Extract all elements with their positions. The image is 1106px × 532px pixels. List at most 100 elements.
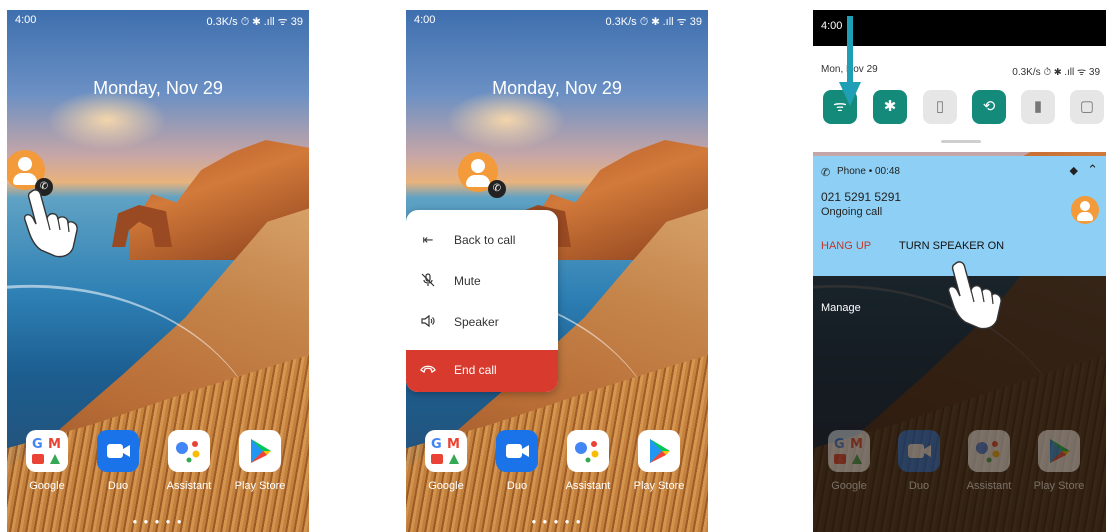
battery-saver-tile[interactable]: ▮ [1021, 90, 1055, 124]
app-google[interactable]: GM Google [416, 430, 476, 492]
app-play-store[interactable]: Play Store [230, 430, 290, 492]
menu-back-to-call[interactable]: ⇤ Back to call [406, 220, 558, 260]
svg-text:G: G [431, 437, 442, 452]
google-folder-icon: GM [828, 430, 870, 472]
menu-label: Mute [454, 274, 481, 288]
drag-handle[interactable] [941, 140, 981, 143]
app-label: Google [428, 480, 464, 492]
svg-text:G: G [834, 437, 845, 452]
app-play-store[interactable]: Play Store [629, 430, 689, 492]
cast-icon: ▢ [1079, 98, 1095, 115]
phone-icon: ✆ [821, 167, 831, 179]
app-dock: GM Google Duo Assistant Play Store [7, 430, 309, 510]
priority-icon: ◆ [1069, 165, 1078, 177]
svg-text:M: M [850, 437, 863, 452]
flashlight-tile[interactable]: ▯ [923, 90, 957, 124]
svg-text:G: G [32, 437, 43, 452]
assistant-icon [567, 430, 609, 472]
app-label: Google [29, 480, 65, 492]
app-label: Assistant [166, 480, 212, 492]
mute-icon [420, 273, 436, 290]
app-label: Assistant [565, 480, 611, 492]
status-time: 4:00 [15, 14, 37, 26]
app-label: Duo [908, 480, 930, 492]
speaker-icon [420, 314, 436, 331]
play-store-icon [638, 430, 680, 472]
menu-mute[interactable]: Mute [406, 261, 558, 301]
flashlight-icon: ▯ [935, 98, 945, 115]
assistant-icon [168, 430, 210, 472]
lock-date: Monday, Nov 29 [492, 78, 622, 98]
call-state: Ongoing call [821, 206, 883, 218]
app-dock: GM Google Duo Assistant Play Store [406, 430, 708, 510]
status-icons: 0.3K/s ⏱ ✱ .ıll ᯤ 39 [605, 16, 702, 28]
call-bubble[interactable]: ✆ [7, 150, 53, 196]
duo-icon [898, 430, 940, 472]
menu-label: Speaker [454, 315, 499, 329]
back-to-call-icon: ⇤ [422, 232, 434, 247]
app-duo: Duo [889, 430, 949, 492]
app-assistant: Assistant [959, 430, 1019, 492]
app-duo[interactable]: Duo [487, 430, 547, 492]
rotate-icon: ⟲ [982, 98, 996, 115]
app-label: Duo [506, 480, 528, 492]
app-label: Play Store [633, 480, 685, 492]
status-icons: 0.3K/s ⏱ ✱ .ıll ᯤ 39 [206, 16, 303, 28]
hang-up-button[interactable]: HANG UP [821, 240, 871, 252]
caller-avatar [1071, 196, 1099, 224]
call-notification[interactable]: ✆ Phone • 00:48 ◆ ⌃ 021 5291 5291 Ongoin… [813, 156, 1106, 276]
screen-cast-tile[interactable]: ▢ [1070, 90, 1104, 124]
google-folder-icon: GM [26, 430, 68, 472]
menu-speaker[interactable]: Speaker [406, 302, 558, 342]
duo-icon [496, 430, 538, 472]
manage-button[interactable]: Manage [821, 302, 861, 314]
assistant-icon [968, 430, 1010, 472]
google-folder-icon: GM [425, 430, 467, 472]
auto-rotate-tile[interactable]: ⟲ [972, 90, 1006, 124]
notification-app: Phone • 00:48 [837, 166, 900, 177]
bluetooth-tile[interactable]: ✱ [873, 90, 907, 124]
app-duo[interactable]: Duo [88, 430, 148, 492]
phone-screen-2: 4:00 0.3K/s ⏱ ✱ .ıll ᯤ 39 Monday, Nov 29… [406, 10, 708, 532]
end-call-label: End call [454, 363, 497, 377]
status-time: 4:00 [414, 14, 436, 26]
call-bubble[interactable]: ✆ [458, 152, 506, 198]
speaker-button[interactable]: TURN SPEAKER ON [899, 240, 1004, 252]
call-menu: ⇤ Back to call Mute Speaker End call [406, 210, 558, 392]
end-call-button[interactable]: End call [406, 350, 558, 392]
svg-text:M: M [447, 437, 460, 452]
end-call-icon [420, 362, 436, 377]
play-store-icon [239, 430, 281, 472]
app-label: Duo [107, 480, 129, 492]
caller-number: 021 5291 5291 [821, 190, 902, 204]
app-assistant[interactable]: Assistant [558, 430, 618, 492]
tap-hand-icon [23, 189, 78, 258]
lock-date: Monday, Nov 29 [93, 78, 223, 98]
app-google: GM Google [819, 430, 879, 492]
phone-icon: ✆ [488, 180, 506, 198]
swipe-down-arrow-icon [839, 16, 861, 106]
page-indicator: ● ● ● ● ● [132, 517, 184, 526]
status-bar: 4:00 0.3K/s ⏱ ✱ .ıll ᯤ 39 [406, 10, 708, 32]
status-icons: 0.3K/s ⏱ ✱ .ıll ᯤ 39 [1012, 67, 1100, 78]
app-play-store: Play Store [1029, 430, 1089, 492]
app-label: Google [831, 480, 867, 492]
app-label: Assistant [966, 480, 1012, 492]
phone-screen-3: 4:00 Mon, Nov 29 0.3K/s ⏱ ✱ .ıll ᯤ 39 ᯤ … [813, 10, 1106, 532]
status-bar: 4:00 0.3K/s ⏱ ✱ .ıll ᯤ 39 [7, 10, 309, 32]
bluetooth-icon: ✱ [883, 98, 897, 115]
duo-icon [97, 430, 139, 472]
collapse-chevron-icon[interactable]: ⌃ [1087, 162, 1098, 178]
phone-screen-1: 4:00 0.3K/s ⏱ ✱ .ıll ᯤ 39 Monday, Nov 29… [7, 10, 309, 532]
svg-text:M: M [48, 437, 61, 452]
app-dock: GM Google Duo Assistant Play Store [813, 430, 1106, 510]
app-label: Play Store [234, 480, 286, 492]
app-google[interactable]: GM Google [17, 430, 77, 492]
page-indicator: ● ● ● ● ● [531, 517, 583, 526]
app-assistant[interactable]: Assistant [159, 430, 219, 492]
app-label: Play Store [1033, 480, 1085, 492]
tap-hand-icon [947, 261, 1002, 330]
battery-icon: ▮ [1033, 98, 1043, 115]
menu-label: Back to call [454, 233, 516, 247]
play-store-icon [1038, 430, 1080, 472]
